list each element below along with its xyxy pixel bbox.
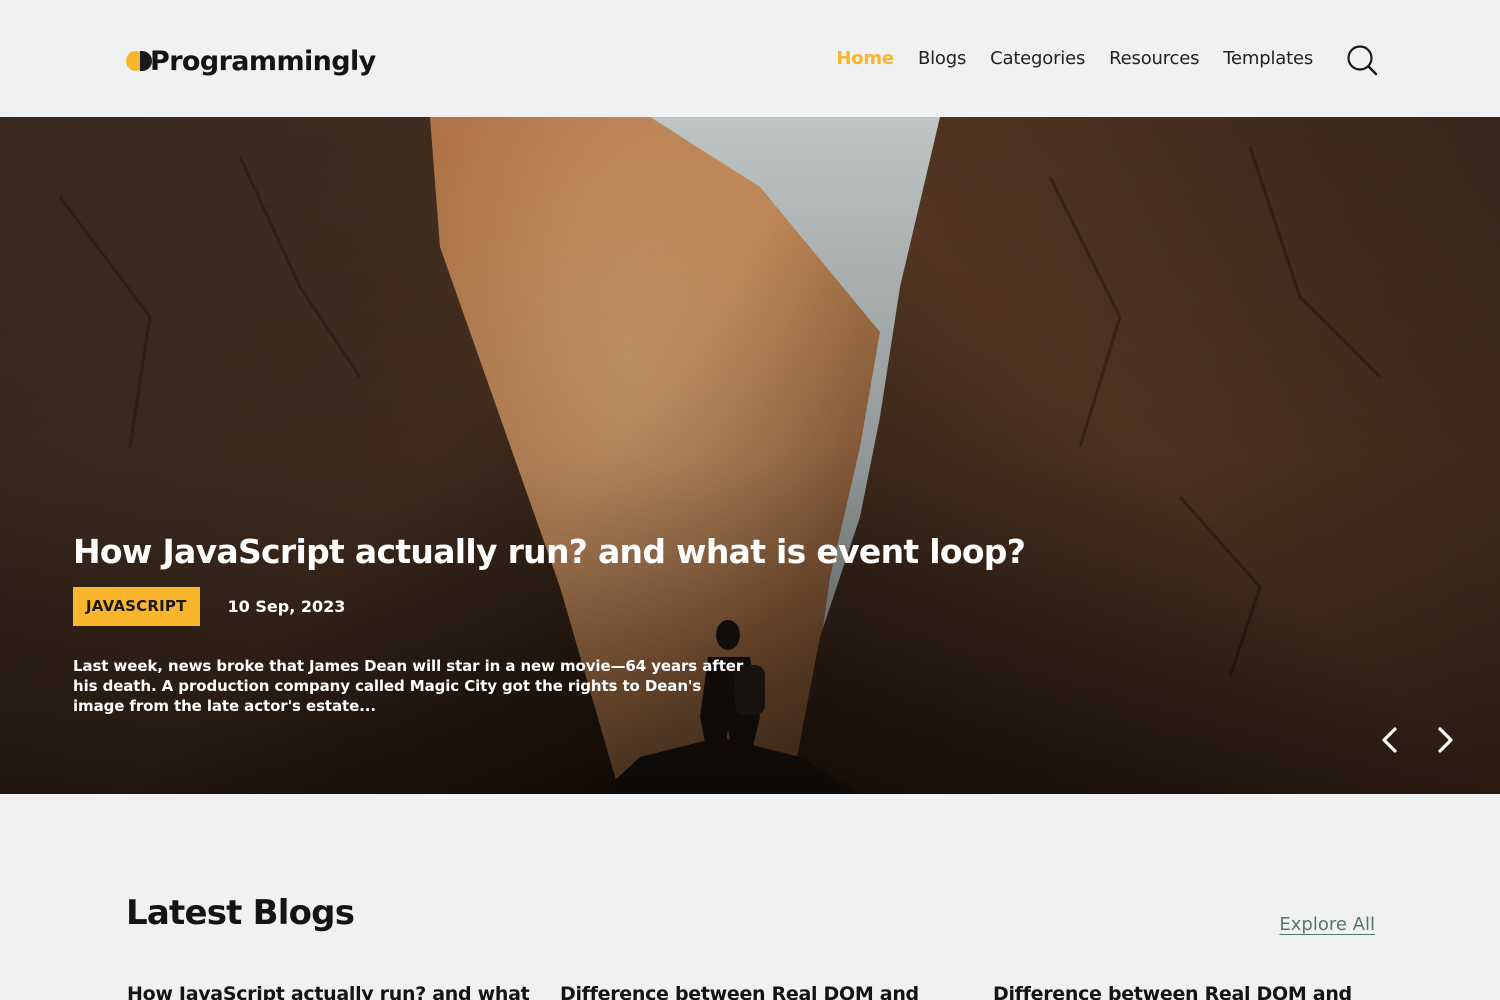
nav-item-categories[interactable]: Categories [990, 48, 1085, 69]
slider-next-button[interactable] [1432, 725, 1460, 755]
hero-excerpt: Last week, news broke that James Dean wi… [73, 657, 744, 715]
logo-mark-icon [126, 51, 152, 71]
search-button[interactable] [1346, 44, 1378, 76]
brand-name: Programmingly [150, 45, 376, 77]
nav-item-blogs[interactable]: Blogs [918, 48, 966, 69]
hero-title[interactable]: How JavaScript actually run? and what is… [73, 532, 1026, 571]
category-tag[interactable]: JAVASCRIPT [73, 587, 200, 626]
blog-card-title[interactable]: How JavaScript actually run? and what [127, 983, 537, 1000]
explore-all-link[interactable]: Explore All [1279, 914, 1375, 935]
nav-item-templates[interactable]: Templates [1223, 48, 1313, 69]
search-icon [1347, 45, 1378, 76]
nav-item-home[interactable]: Home [836, 48, 894, 69]
chevron-right-icon [1438, 727, 1453, 753]
site-header: Programmingly Home Blogs Categories Reso… [0, 0, 1500, 117]
brand-logo[interactable]: Programmingly [126, 44, 376, 78]
section-title: Latest Blogs [126, 893, 355, 933]
blog-card-title[interactable]: Difference between Real DOM and [993, 983, 1403, 1000]
blog-card-title[interactable]: Difference between Real DOM and [560, 983, 970, 1000]
post-date: 10 Sep, 2023 [227, 597, 346, 616]
nav-item-resources[interactable]: Resources [1109, 48, 1199, 69]
main-nav: Home Blogs Categories Resources Template… [836, 48, 1313, 69]
hero-meta: JAVASCRIPT 10 Sep, 2023 [73, 587, 345, 626]
chevron-left-icon [1382, 727, 1397, 753]
slider-prev-button[interactable] [1375, 725, 1403, 755]
